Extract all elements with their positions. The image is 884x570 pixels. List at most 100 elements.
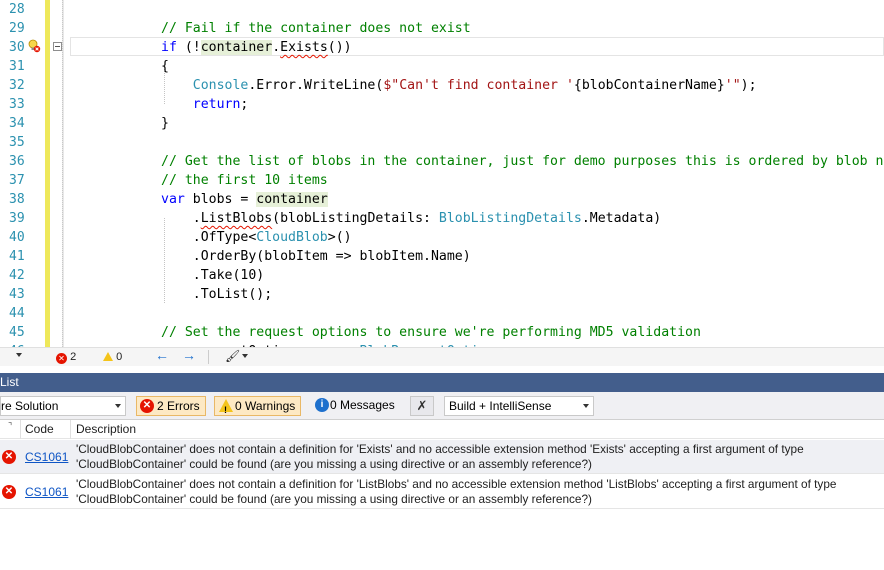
line-number: 38 <box>9 192 25 207</box>
warning-icon <box>103 352 113 361</box>
line-number: 42 <box>9 268 25 283</box>
messages-filter-button[interactable]: i 0 Messages <box>310 396 402 416</box>
brush-icon[interactable]: 🖌 <box>225 349 240 363</box>
build-filter-dropdown[interactable]: Build + IntelliSense <box>444 396 594 416</box>
error-code-link[interactable]: CS1061 <box>25 450 68 464</box>
code-text: .ToList(); <box>161 287 273 302</box>
zoom-dropdown-arrow-icon[interactable] <box>16 353 22 357</box>
code-line[interactable]: 45 // Set the request options to ensure w… <box>0 323 884 342</box>
code-line[interactable]: 30 if (!container.Exists()) <box>0 38 884 57</box>
error-icon: ✕ <box>56 353 67 364</box>
error-description: 'CloudBlobContainer' does not contain a … <box>76 477 876 507</box>
code-line[interactable]: 33 return; <box>0 95 884 114</box>
line-number: 33 <box>9 97 25 112</box>
error-description-line: 'CloudBlobContainer' does not contain a … <box>76 477 837 491</box>
code-text: .OrderBy(blobItem => blobItem.Name) <box>161 249 471 264</box>
editor-status-bar: ✕ 2 0 ← → 🖌 <box>0 347 884 366</box>
code-line[interactable]: 32 Console.Error.WriteLine($"Can't find … <box>0 76 884 95</box>
error-list-grid: ⌝ Code Description ✕ CS1061 'CloudBlobCo… <box>0 420 884 510</box>
clear-filter-icon[interactable]: ✗ <box>410 396 434 416</box>
warnings-filter-button[interactable]: ! 0 Warnings <box>214 396 301 416</box>
code-text: // Set the request options to ensure we'… <box>161 325 701 340</box>
code-text: // Get the list of blobs in the containe… <box>161 154 884 169</box>
code-line[interactable]: 40 .OfType<CloudBlob>() <box>0 228 884 247</box>
line-number: 36 <box>9 154 25 169</box>
code-text: .ListBlobs(blobListingDetails: BlobListi… <box>161 211 662 226</box>
grid-header: ⌝ Code Description <box>0 420 884 439</box>
line-number: 31 <box>9 59 25 74</box>
error-code-link[interactable]: CS1061 <box>25 485 68 499</box>
error-description-line: 'CloudBlobContainer' does not contain a … <box>76 442 804 456</box>
code-text: return; <box>192 97 249 112</box>
chevron-down-icon <box>115 404 121 408</box>
error-description: 'CloudBlobContainer' does not contain a … <box>76 442 876 472</box>
code-text: if (!container.Exists()) <box>161 40 352 55</box>
code-line[interactable]: 44 <box>0 304 884 323</box>
code-text: .OfType<CloudBlob>() <box>161 230 352 245</box>
code-line[interactable]: 36 // Get the list of blobs in the contai… <box>0 152 884 171</box>
error-icon: ✕ <box>2 450 16 464</box>
line-number: 28 <box>9 2 25 17</box>
line-number: 30 <box>9 40 25 55</box>
code-editor[interactable]: 28 29 // Fail if the container does not ex… <box>0 0 884 347</box>
line-number: 29 <box>9 21 25 36</box>
line-number: 37 <box>9 173 25 188</box>
scope-dropdown[interactable]: re Solution <box>0 396 126 416</box>
sort-indicator-icon[interactable]: ⌝ <box>8 417 12 436</box>
code-line[interactable]: 29 // Fail if the container does not exis… <box>0 19 884 38</box>
code-text: } <box>161 116 169 131</box>
code-line[interactable]: 28 <box>0 0 884 19</box>
line-number: 39 <box>9 211 25 226</box>
divider <box>70 420 71 439</box>
error-row[interactable]: ✕ CS1061 'CloudBlobContainer' does not c… <box>0 440 884 474</box>
error-row[interactable]: ✕ CS1061 'CloudBlobContainer' does not c… <box>0 475 884 509</box>
code-line[interactable]: 31 { <box>0 57 884 76</box>
scope-value: re Solution <box>1 399 59 413</box>
code-line[interactable]: 38 var blobs = container <box>0 190 884 209</box>
warning-count: 0 <box>116 351 123 363</box>
navigate-forward-icon[interactable]: → <box>182 348 196 362</box>
column-header-description[interactable]: Description <box>76 420 136 439</box>
error-description-line: 'CloudBlobContainer' could be found (are… <box>76 492 592 506</box>
line-number: 45 <box>9 325 25 340</box>
line-number: 40 <box>9 230 25 245</box>
warning-icon: ! <box>219 399 233 415</box>
line-number: 43 <box>9 287 25 302</box>
code-text: Console.Error.WriteLine($"Can't find con… <box>192 78 757 93</box>
error-icon: ✕ <box>140 399 154 413</box>
errors-filter-button[interactable]: ✕ 2 Errors <box>136 396 206 416</box>
code-text: // the first 10 items <box>161 173 328 188</box>
info-icon: i <box>315 398 329 412</box>
code-line[interactable]: 41 .OrderBy(blobItem => blobItem.Name) <box>0 247 884 266</box>
divider <box>20 420 21 439</box>
messages-filter-label: 0 Messages <box>330 398 395 412</box>
error-count-indicator[interactable]: ✕ 2 <box>56 350 76 364</box>
error-icon: ✕ <box>2 485 16 499</box>
warnings-filter-label: 0 Warnings <box>235 399 296 413</box>
warning-count-indicator[interactable]: 0 <box>103 350 122 364</box>
errors-filter-label: 2 Errors <box>157 399 200 413</box>
code-line[interactable]: 42 .Take(10) <box>0 266 884 285</box>
code-line[interactable]: 34} <box>0 114 884 133</box>
code-line[interactable]: 39 .ListBlobs(blobListingDetails: BlobLi… <box>0 209 884 228</box>
line-number: 35 <box>9 135 25 150</box>
error-list-toolbar: re Solution ✕ 2 Errors ! 0 Warnings i 0 … <box>0 392 884 420</box>
error-list-title-bar: List <box>0 373 884 392</box>
line-number: 41 <box>9 249 25 264</box>
code-text: .Take(10) <box>161 268 265 283</box>
code-line[interactable]: 43 .ToList(); <box>0 285 884 304</box>
divider <box>208 350 209 364</box>
chevron-down-icon <box>583 404 589 408</box>
error-list-title: List <box>0 375 19 389</box>
code-line[interactable]: 37 // the first 10 items <box>0 171 884 190</box>
navigate-back-icon[interactable]: ← <box>155 348 169 362</box>
code-text: var blobs = container <box>161 192 328 207</box>
chevron-down-icon[interactable] <box>242 354 248 358</box>
line-number: 34 <box>9 116 25 131</box>
error-count: 2 <box>70 351 77 363</box>
line-number: 44 <box>9 306 25 321</box>
code-line[interactable]: 35 <box>0 133 884 152</box>
code-text: { <box>161 59 169 74</box>
code-text: // Fail if the container does not exist <box>161 21 471 36</box>
column-header-code[interactable]: Code <box>25 420 54 439</box>
